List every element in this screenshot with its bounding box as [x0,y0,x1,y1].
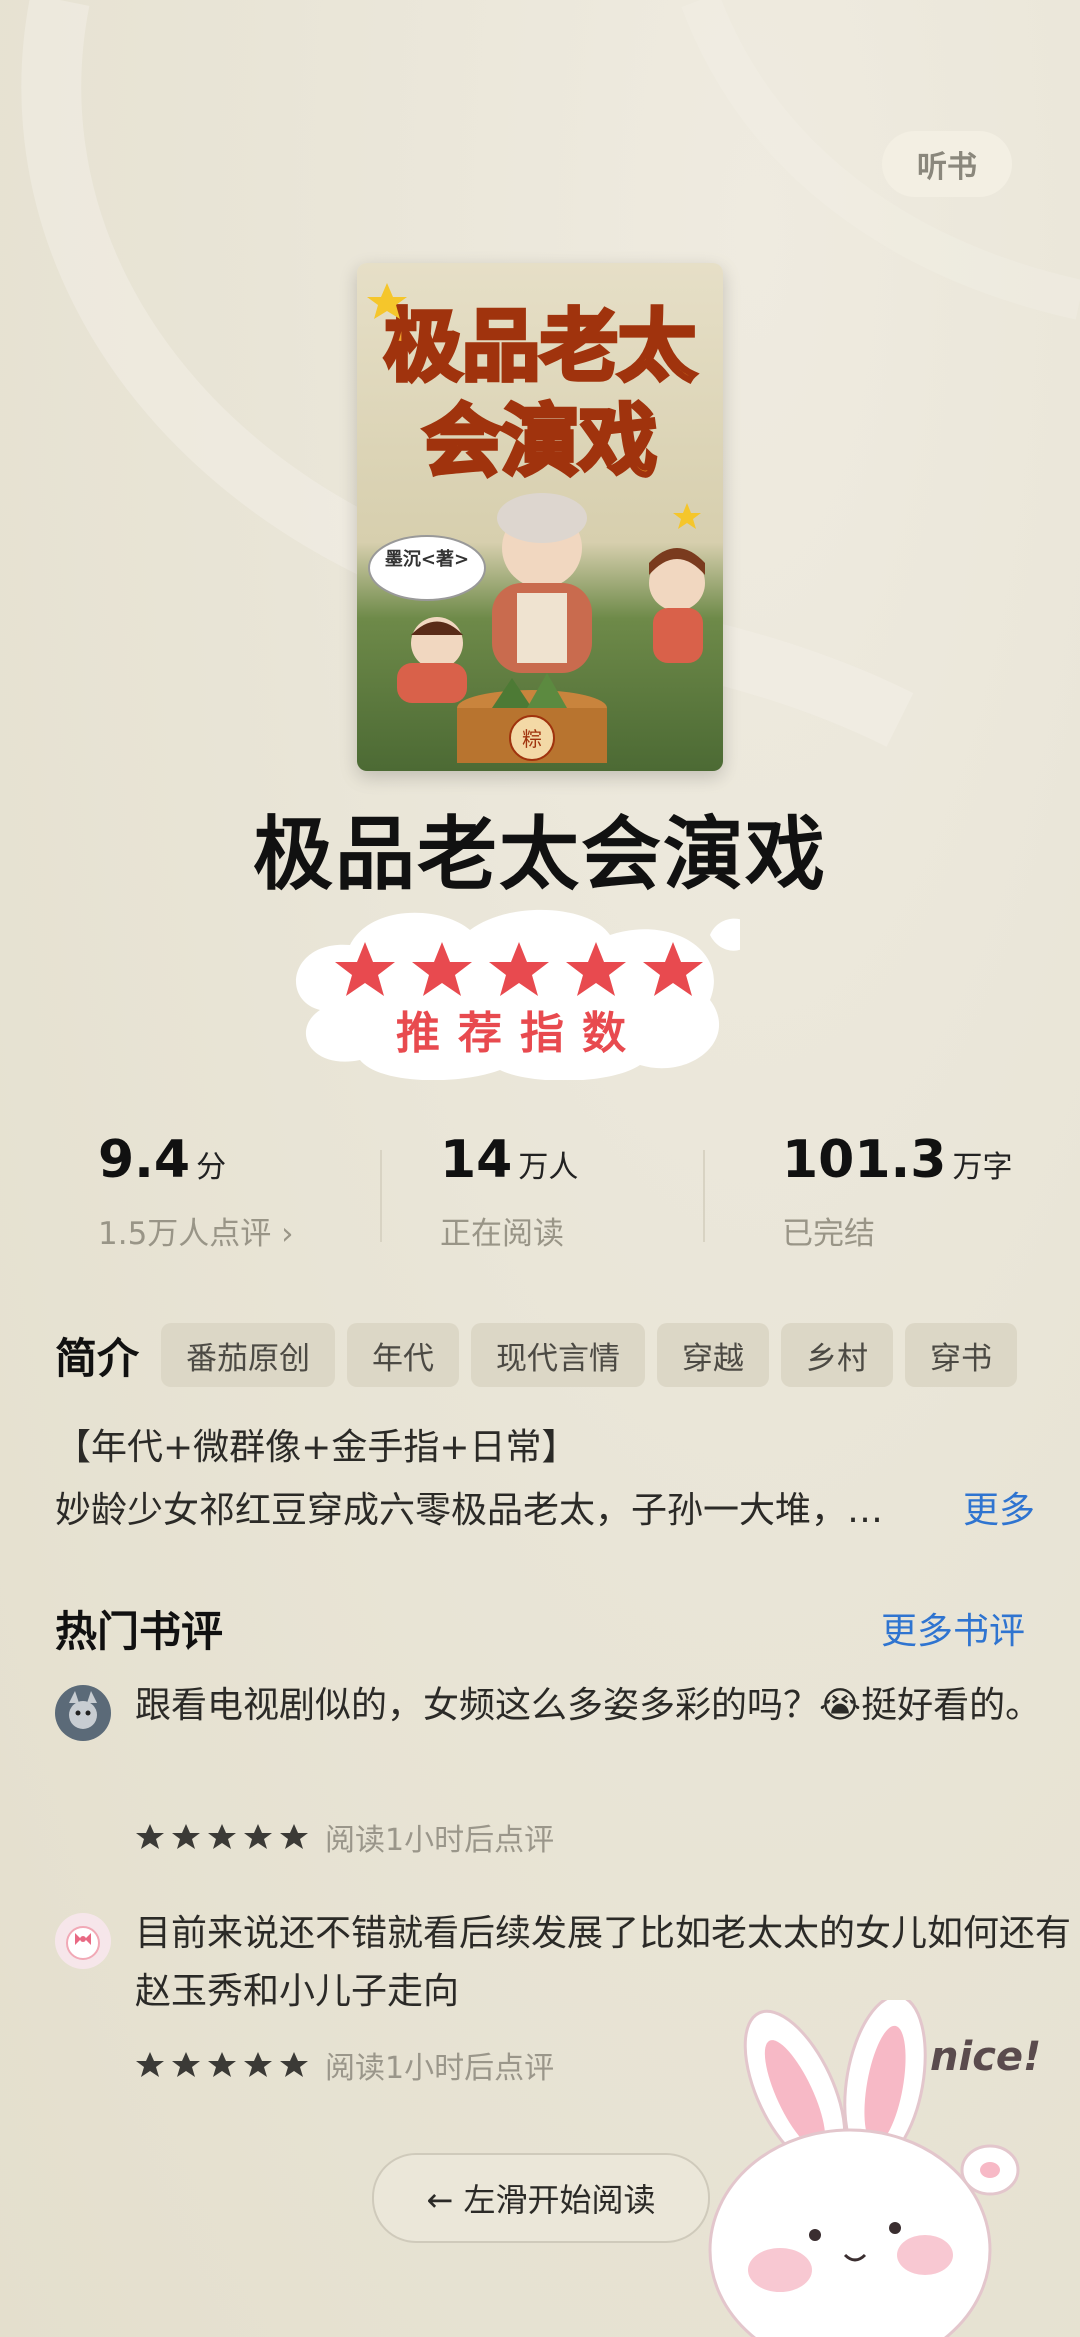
review-meta-text: 阅读1小时后点评 [325,2051,555,2086]
stat-unit: 分 [196,1150,227,1185]
star-icon [172,1824,200,1849]
stat-divider [703,1150,705,1242]
stat-wordcount: 101.3 万字 已完结 [782,1130,1012,1253]
stat-divider [380,1150,382,1242]
review-stars [135,2050,315,2080]
cover-title-line2: 会演戏 [423,397,657,487]
start-reading-label: ← 左滑开始阅读 [426,2181,656,2219]
review-meta-text: 阅读1小时后点评 [325,1823,555,1858]
stat-label: 1.5万人点评 › [98,1216,294,1252]
review-stars [135,1822,315,1852]
cover-author-badge: 墨沉<著> [385,548,469,570]
intro-more-link[interactable]: 更多 [963,1481,1035,1533]
star-icon [208,1824,236,1849]
star-icon [280,2052,308,2077]
stat-readers: 14 万人 正在阅读 [440,1130,578,1253]
star-icon [244,1824,272,1849]
star-icon [244,2052,272,2077]
star-icon [208,2052,236,2077]
stats-row: 9.4 分 1.5万人点评 › 14 万人 正在阅读 101.3 万字 已完结 [0,1130,1080,1260]
stat-value: 9.4 [98,1130,191,1190]
avatar [55,1685,111,1741]
tag-chip[interactable]: 现代言情 [471,1323,646,1387]
stat-value: 101.3 [782,1130,947,1190]
reviews-section-title: 热门书评 [55,1607,224,1656]
review-text: 跟看电视剧似的，女频这么多姿多彩的吗？😭挺好看的。 [135,1685,1042,1726]
avatar [55,1913,111,1969]
tag-chip[interactable]: 穿书 [905,1323,1018,1387]
stat-rating[interactable]: 9.4 分 1.5万人点评 › [98,1130,294,1253]
star-icon [172,2052,200,2077]
star-icon [136,2052,164,2077]
stat-label: 已完结 [782,1216,875,1252]
intro-row: 简介 番茄原创 年代 现代言情 穿越 乡村 穿书 [55,1322,1029,1388]
intro-label: 简介 [55,1333,140,1383]
sticker-text: nice! [930,2034,1041,2080]
stat-unit: 万人 [518,1150,579,1185]
cover-illustration: 极品老太 会演戏 墨沉<著> 粽 [357,263,723,771]
book-title: 极品老太会演戏 [253,808,827,901]
listen-label: 听书 [917,150,977,185]
star-icon [136,1824,164,1849]
badge-label: 推荐指数 [396,1008,644,1059]
star-icon [280,1824,308,1849]
tag-chip[interactable]: 年代 [347,1323,460,1387]
tag-chip[interactable]: 番茄原创 [161,1323,336,1387]
stat-value: 14 [440,1130,513,1190]
cover-basket-label: 粽 [522,727,542,751]
review-meta: 阅读1小时后点评 [135,2043,554,2087]
start-reading-button[interactable]: ← 左滑开始阅读 [372,2153,710,2243]
tag-chip[interactable]: 乡村 [781,1323,894,1387]
listen-button[interactable]: 听书 [882,131,1012,197]
review-meta: 阅读1小时后点评 [135,1815,554,1859]
recommendation-badge: 推荐指数 [296,909,740,1080]
intro-line2: 妙龄少女祁红豆穿成六零极品老太，子孙一大堆，… [55,1490,884,1531]
stat-label: 正在阅读 [440,1216,564,1252]
stat-unit: 万字 [952,1150,1013,1185]
intro-line1: 【年代+微群像+金手指+日常】 [55,1427,578,1468]
bunny-sticker: nice! [708,2000,1041,2337]
intro-line2-container: 妙龄少女祁红豆穿成六零极品老太，子孙一大堆，… 更多 [55,1481,1035,1533]
tag-chip[interactable]: 穿越 [657,1323,770,1387]
book-cover[interactable]: 极品老太 会演戏 墨沉<著> 粽 [357,263,723,771]
cover-title-line1: 极品老太 [384,302,696,392]
more-reviews-link[interactable]: 更多书评 [881,1602,1025,1654]
